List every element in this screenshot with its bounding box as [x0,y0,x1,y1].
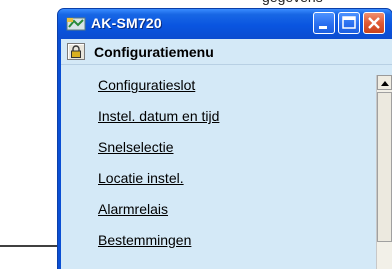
window-title: AK-SM720 [91,15,162,31]
app-window: AK-SM720 Configuratiemenu Configuratiesl… [57,8,392,269]
window-client: Configuratiemenu Configuratieslot Instel… [61,39,392,269]
menu-item-alarmrelais[interactable]: Alarmrelais [98,201,168,217]
close-icon [368,17,380,29]
close-button[interactable] [363,12,385,34]
title-bar[interactable]: AK-SM720 [58,9,392,39]
menu-header: Configuratiemenu [61,39,392,65]
page-caption: gegevens [262,0,323,5]
scroll-up-icon [381,81,389,86]
menu-item-snelselectie[interactable]: Snelselectie [98,139,174,155]
menu-item-bestemmingen[interactable]: Bestemmingen [98,232,191,248]
vertical-scrollbar[interactable] [376,75,392,269]
menu-item-datum-tijd[interactable]: Instel. datum en tijd [98,108,219,124]
maximize-icon [342,16,356,29]
menu-title: Configuratiemenu [94,44,214,60]
menu-item-locatie[interactable]: Locatie instel. [98,170,184,186]
minimize-icon [319,26,327,29]
menu-list: Configuratieslot Instel. datum en tijd S… [61,65,376,269]
menu-item-configuratieslot[interactable]: Configuratieslot [98,77,195,93]
maximize-button[interactable] [338,12,360,34]
lock-button[interactable] [67,43,85,60]
lock-icon [71,45,81,58]
scroll-thumb[interactable] [377,92,392,242]
device-icon [66,17,86,31]
minimize-button[interactable] [313,12,335,34]
scroll-up-button[interactable] [377,75,392,90]
